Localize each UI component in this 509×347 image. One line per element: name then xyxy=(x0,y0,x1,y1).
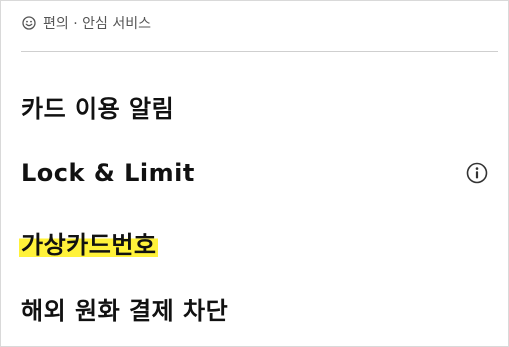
service-panel: 편의 · 안심 서비스 카드 이용 알림 Lock & Limit 가상카드번호… xyxy=(0,0,509,347)
menu-item-overseas-krw-payment-block[interactable]: 해외 원화 결제 차단 xyxy=(21,286,488,330)
menu-item-label: 해외 원화 결제 차단 xyxy=(21,296,229,325)
info-icon[interactable] xyxy=(466,162,488,184)
divider xyxy=(21,51,498,52)
section-title: 편의 · 안심 서비스 xyxy=(43,16,151,32)
section-header: 편의 · 안심 서비스 xyxy=(21,13,151,33)
menu-item-lock-limit[interactable]: Lock & Limit xyxy=(21,151,488,195)
menu-item-card-usage-alert[interactable]: 카드 이용 알림 xyxy=(21,84,488,128)
menu-item-label: Lock & Limit xyxy=(21,159,195,187)
menu-item-virtual-card-number[interactable]: 가상카드번호 xyxy=(19,220,488,264)
smile-icon xyxy=(21,15,37,31)
menu-item-label: 가상카드번호 xyxy=(19,224,159,260)
menu-item-label: 카드 이용 알림 xyxy=(21,94,175,123)
